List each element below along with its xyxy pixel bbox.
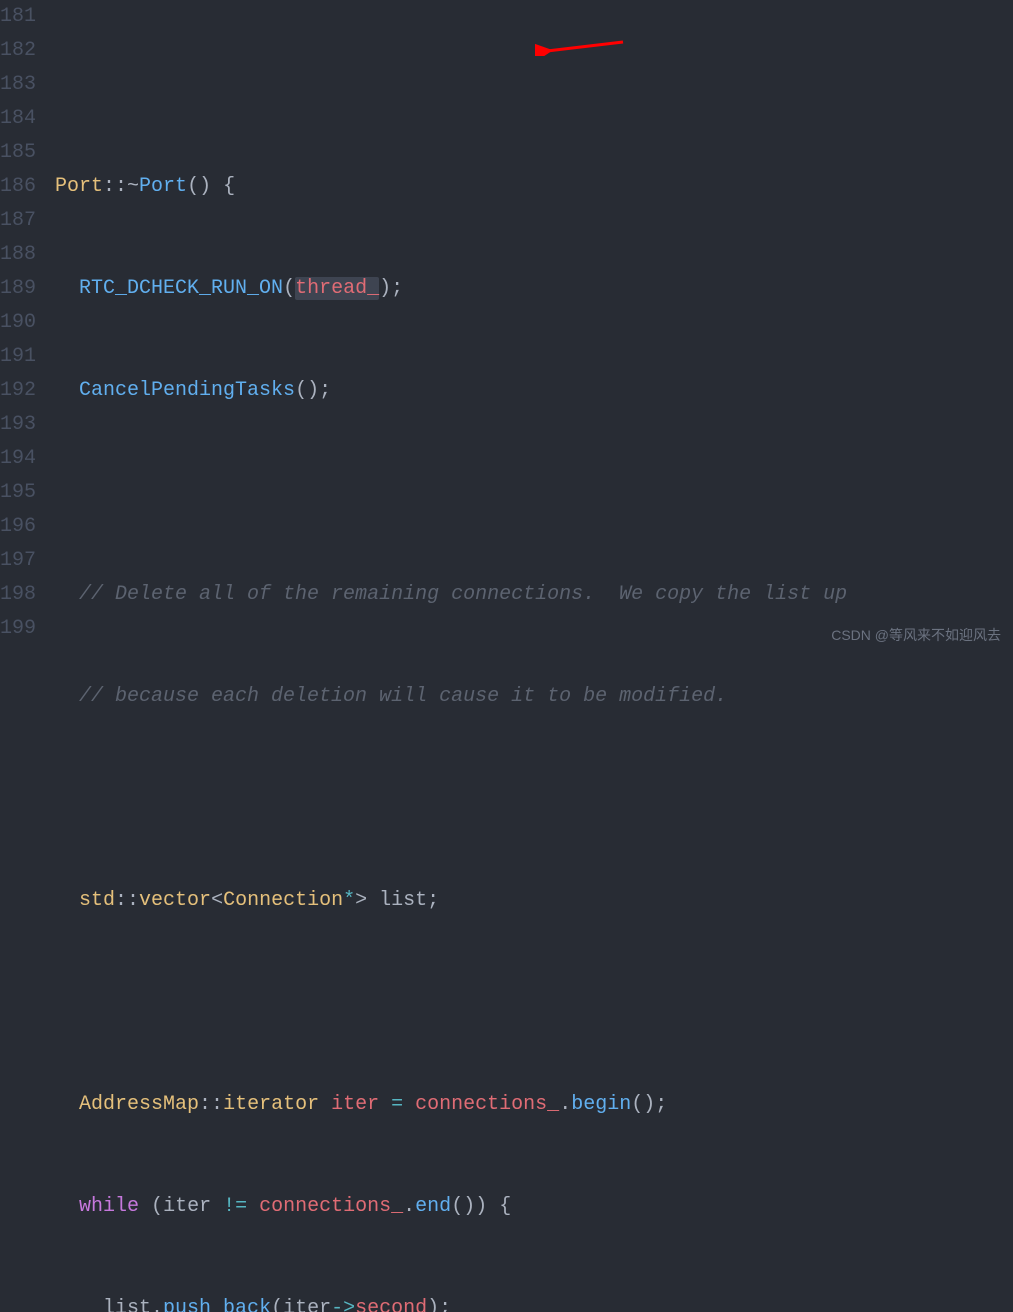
token-punct: . [559, 1093, 571, 1116]
line-number: 190 [0, 306, 35, 340]
token-punct: ~ [127, 175, 139, 198]
token-punct: { [499, 1195, 511, 1218]
token-punct: ; [439, 1297, 451, 1312]
line-number: 186 [0, 170, 35, 204]
code-editor[interactable]: 181 182 183 184 185 186 187 188 189 190 … [0, 0, 1013, 656]
token-punct: ) [379, 277, 391, 300]
token-punct: { [223, 175, 235, 198]
token-op: -> [331, 1297, 355, 1312]
token-punct: ) [427, 1297, 439, 1312]
token-punct: ( [271, 1297, 283, 1312]
token-var: list [103, 1297, 151, 1312]
line-number: 191 [0, 340, 35, 374]
line-number: 199 [0, 612, 35, 646]
token-punct: ( [283, 277, 295, 300]
line-number: 193 [0, 408, 35, 442]
token-punct: ) [463, 1195, 475, 1218]
token-member: connections_ [259, 1195, 403, 1218]
code-line[interactable]: list.push_back(iter->second); [55, 1292, 1013, 1312]
token-op: != [223, 1195, 247, 1218]
token-punct: ( [151, 1195, 163, 1218]
token-punct: ; [427, 889, 439, 912]
token-punct: :: [103, 175, 127, 198]
code-line[interactable] [55, 476, 1013, 510]
token-punct: ( [187, 175, 199, 198]
token-punct: < [211, 889, 223, 912]
line-number: 182 [0, 34, 35, 68]
token-comment: // Delete all of the remaining connectio… [79, 583, 847, 606]
code-line[interactable]: // because each deletion will cause it t… [55, 680, 1013, 714]
line-number: 198 [0, 578, 35, 612]
token-punct: :: [199, 1093, 223, 1116]
token-punct: ( [295, 379, 307, 402]
code-line[interactable]: while (iter != connections_.end()) { [55, 1190, 1013, 1224]
token-punct: . [403, 1195, 415, 1218]
line-number-gutter: 181 182 183 184 185 186 187 188 189 190 … [0, 0, 55, 656]
token-op: * [343, 889, 355, 912]
token-func: push_back [163, 1297, 271, 1312]
line-number: 181 [0, 0, 35, 34]
line-number: 188 [0, 238, 35, 272]
token-op: = [391, 1093, 403, 1116]
line-number: 192 [0, 374, 35, 408]
token-var: list [379, 889, 427, 912]
token-punct: ; [319, 379, 331, 402]
code-line[interactable]: std::vector<Connection*> list; [55, 884, 1013, 918]
token-punct: ) [199, 175, 211, 198]
code-line[interactable]: // Delete all of the remaining connectio… [55, 578, 1013, 612]
token-punct: ( [631, 1093, 643, 1116]
line-number: 185 [0, 136, 35, 170]
code-line[interactable]: RTC_DCHECK_RUN_ON(thread_); [55, 272, 1013, 306]
line-number: 187 [0, 204, 35, 238]
line-number: 196 [0, 510, 35, 544]
token-type: Connection [223, 889, 343, 912]
token-punct: :: [115, 889, 139, 912]
line-number: 194 [0, 442, 35, 476]
code-line[interactable] [55, 782, 1013, 816]
line-number: 184 [0, 102, 35, 136]
line-number: 189 [0, 272, 35, 306]
token-var: iter [283, 1297, 331, 1312]
line-number: 197 [0, 544, 35, 578]
token-type: std [79, 889, 115, 912]
token-member-highlighted: thread_ [295, 277, 379, 300]
token-punct: ) [643, 1093, 655, 1116]
token-type: AddressMap [79, 1093, 199, 1116]
token-member: second [355, 1297, 427, 1312]
code-line[interactable]: Port::~Port() { [55, 170, 1013, 204]
token-punct: > [355, 889, 367, 912]
token-func: CancelPendingTasks [79, 379, 295, 402]
annotation-arrow-icon [535, 40, 625, 56]
token-punct: ; [655, 1093, 667, 1116]
token-member: connections_ [415, 1093, 559, 1116]
line-number: 183 [0, 68, 35, 102]
token-punct: ) [307, 379, 319, 402]
code-area[interactable]: Port::~Port() { RTC_DCHECK_RUN_ON(thread… [55, 0, 1013, 656]
token-punct: ) [475, 1195, 487, 1218]
token-type: iterator [223, 1093, 319, 1116]
token-func: end [415, 1195, 451, 1218]
line-number: 195 [0, 476, 35, 510]
token-func: begin [571, 1093, 631, 1116]
token-comment: // because each deletion will cause it t… [79, 685, 727, 708]
token-punct: ( [451, 1195, 463, 1218]
token-punct: ; [391, 277, 403, 300]
watermark-text: CSDN @等风来不如迎风去 [831, 624, 1001, 648]
token-punct: . [151, 1297, 163, 1312]
token-var: iter [163, 1195, 211, 1218]
code-line[interactable] [55, 986, 1013, 1020]
token-var: iter [331, 1093, 379, 1116]
code-line[interactable]: CancelPendingTasks(); [55, 374, 1013, 408]
token-func: Port [139, 175, 187, 198]
token-func: RTC_DCHECK_RUN_ON [79, 277, 283, 300]
token-type: vector [139, 889, 211, 912]
token-keyword: while [79, 1195, 139, 1218]
code-line[interactable] [55, 68, 1013, 102]
token-type: Port [55, 175, 103, 198]
code-line[interactable]: AddressMap::iterator iter = connections_… [55, 1088, 1013, 1122]
